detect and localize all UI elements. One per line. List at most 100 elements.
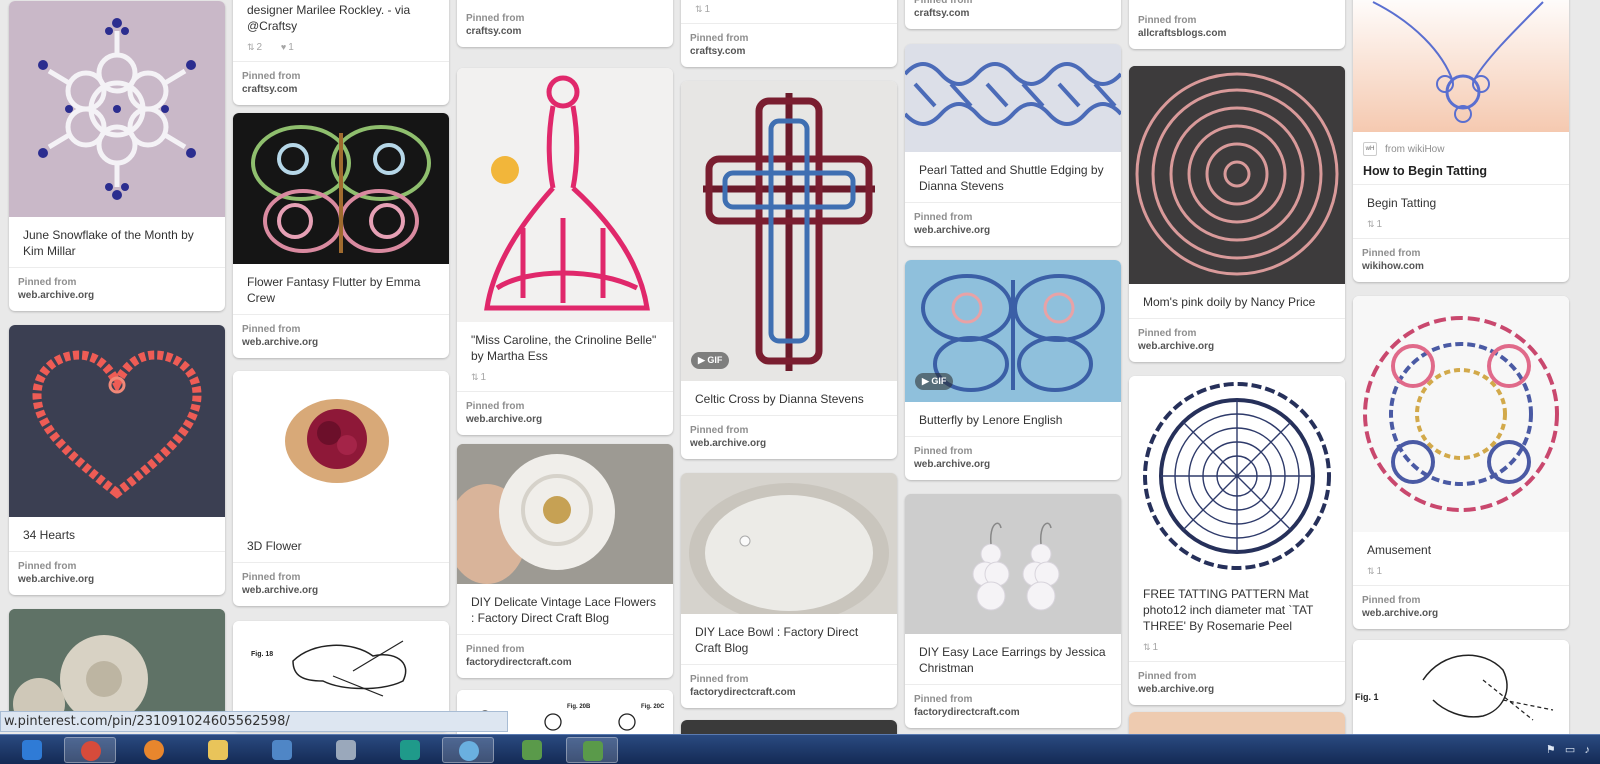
pin-marilee-rockley[interactable]: designer Marilee Rockley. - via @Craftsy… [233, 0, 449, 105]
pin-moms-pink-doily[interactable]: Mom's pink doily by Nancy Price Pinned f… [1129, 66, 1345, 362]
source-domain[interactable]: web.archive.org [18, 289, 216, 302]
pin-source[interactable]: Pinned from craftsy.com [681, 23, 897, 67]
pin-description: Pearl Tatted and Shuttle Edging by Diann… [919, 163, 1104, 193]
pin-image[interactable] [9, 1, 225, 217]
pin-image[interactable] [1129, 66, 1345, 284]
pin-source[interactable]: Pinned from web.archive.org [457, 391, 673, 435]
pin-source[interactable]: Pinned from factorydirectcraft.com [457, 634, 673, 678]
pin-source[interactable]: Pinned from web.archive.org [233, 562, 449, 606]
source-domain[interactable]: web.archive.org [1138, 340, 1336, 353]
pin-craftsy-top[interactable]: Pinned from craftsy.com [457, 0, 673, 47]
pin-miss-caroline[interactable]: "Miss Caroline, the Crinoline Belle" by … [457, 68, 673, 435]
app-taskbar-button[interactable] [256, 737, 308, 763]
source-domain[interactable]: web.archive.org [466, 413, 664, 426]
source-domain[interactable]: web.archive.org [690, 437, 888, 450]
pin-image[interactable] [681, 473, 897, 614]
pin-source[interactable]: Pinned from craftsy.com [233, 61, 449, 105]
volume-icon: ♪ [1584, 744, 1591, 756]
pin-source[interactable]: Pinned from wikihow.com [1353, 238, 1569, 282]
pin-34-hearts[interactable]: 34 Hearts Pinned from web.archive.org [9, 325, 225, 595]
pin-image[interactable] [905, 494, 1121, 634]
pin-image[interactable] [233, 113, 449, 264]
pin-craftsy-col5[interactable]: Pinned from craftsy.com [905, 0, 1121, 29]
pin-image[interactable] [233, 371, 449, 528]
pinned-from-label: Pinned from [1362, 595, 1421, 606]
pin-how-to-begin-tatting[interactable]: wH from wikiHow How to Begin Tatting Beg… [1353, 0, 1569, 282]
pin-june-snowflake[interactable]: June Snowflake of the Month by Kim Milla… [9, 1, 225, 311]
chrome-taskbar-button[interactable] [64, 737, 116, 763]
pin-source[interactable]: Pinned from web.archive.org [9, 551, 225, 595]
pin-source[interactable]: Pinned from web.archive.org [1129, 661, 1345, 705]
pin-pearl-tatted-edging[interactable]: Pearl Tatted and Shuttle Edging by Diann… [905, 44, 1121, 246]
system-tray[interactable]: ⚑ ▭ ♪ [1546, 743, 1590, 756]
source-domain[interactable]: web.archive.org [1138, 683, 1336, 696]
pin-source[interactable]: Pinned from web.archive.org [9, 267, 225, 311]
source-domain[interactable]: allcraftsblogs.com [1138, 27, 1336, 40]
pin-image[interactable] [1129, 376, 1345, 576]
notes-taskbar-button[interactable] [506, 737, 558, 763]
pin-stats: ⇅ 1 [1353, 219, 1569, 238]
rich-pin-title[interactable]: How to Begin Tatting [1363, 164, 1559, 178]
source-domain[interactable]: factorydirectcraft.com [466, 656, 664, 669]
source-domain[interactable]: web.archive.org [1362, 607, 1560, 620]
pin-description: DIY Lace Bowl : Factory Direct Craft Blo… [695, 625, 859, 655]
pin-source[interactable]: Pinned from web.archive.org [905, 202, 1121, 246]
explorer-taskbar-button[interactable] [192, 737, 244, 763]
gif-badge[interactable]: ▶ GIF [691, 352, 730, 369]
publisher-taskbar-button[interactable] [384, 737, 436, 763]
notes2-taskbar-button[interactable] [566, 737, 618, 763]
pin-image[interactable]: ▶ GIF [681, 81, 897, 381]
pin-allcraftsblogs[interactable]: Pinned from allcraftsblogs.com [1129, 0, 1345, 49]
source-domain[interactable]: web.archive.org [242, 336, 440, 349]
source-domain[interactable]: factorydirectcraft.com [690, 686, 888, 699]
source-domain[interactable]: craftsy.com [466, 25, 664, 38]
pin-source[interactable]: Pinned from web.archive.org [1353, 585, 1569, 629]
pin-source[interactable]: Pinned from web.archive.org [681, 415, 897, 459]
pin-image[interactable] [1353, 296, 1569, 532]
source-domain[interactable]: web.archive.org [914, 224, 1112, 237]
pin-source[interactable]: Pinned from web.archive.org [905, 436, 1121, 480]
pin-source[interactable]: Pinned from allcraftsblogs.com [1129, 0, 1345, 49]
pin-source[interactable]: Pinned from craftsy.com [905, 0, 1121, 29]
source-domain[interactable]: wikihow.com [1362, 260, 1560, 273]
ie-taskbar-button[interactable] [6, 737, 58, 763]
source-domain[interactable]: craftsy.com [690, 45, 888, 58]
gif-badge[interactable]: ▶ GIF [915, 373, 954, 390]
pin-image[interactable] [457, 68, 673, 322]
source-domain[interactable]: craftsy.com [242, 83, 440, 96]
pin-description: FREE TATTING PATTERN Mat photo12 inch di… [1143, 587, 1314, 633]
pin-source[interactable]: Pinned from factorydirectcraft.com [905, 684, 1121, 728]
pin-image[interactable] [9, 325, 225, 517]
pin-image[interactable]: Fig. 1 [1353, 640, 1569, 740]
pin-3d-flower[interactable]: 3D Flower Pinned from web.archive.org [233, 371, 449, 606]
pin-flower-fantasy-flutter[interactable]: Flower Fantasy Flutter by Emma Crew Pinn… [233, 113, 449, 358]
lace-flower-in-hand-image [457, 444, 673, 584]
rich-pin-header[interactable]: wH from wikiHow How to Begin Tatting [1353, 132, 1569, 185]
pin-lace-earrings[interactable]: DIY Easy Lace Earrings by Jessica Christ… [905, 494, 1121, 728]
pin-tat-three-mat[interactable]: FREE TATTING PATTERN Mat photo12 inch di… [1129, 376, 1345, 705]
source-domain[interactable]: web.archive.org [18, 573, 216, 586]
pin-source[interactable]: Pinned from factorydirectcraft.com [681, 664, 897, 708]
pin-celtic-cross[interactable]: ▶ GIF Celtic Cross by Dianna Stevens Pin… [681, 81, 897, 459]
pin-lace-bowl[interactable]: DIY Lace Bowl : Factory Direct Craft Blo… [681, 473, 897, 708]
source-domain[interactable]: web.archive.org [242, 584, 440, 597]
paint-taskbar-button[interactable] [442, 737, 494, 763]
pin-craftsy-stats[interactable]: ⇅ 1 Pinned from craftsy.com [681, 0, 897, 67]
pin-butterfly-lenore[interactable]: ▶ GIF Butterfly by Lenore English Pinned… [905, 260, 1121, 480]
folder-icon [208, 740, 228, 760]
pin-source[interactable]: Pinned from craftsy.com [457, 0, 673, 47]
pin-source[interactable]: Pinned from web.archive.org [1129, 318, 1345, 362]
pin-image[interactable] [1353, 0, 1569, 132]
source-domain[interactable]: craftsy.com [914, 7, 1112, 20]
pin-fig-1-diagram[interactable]: Fig. 1 [1353, 640, 1569, 740]
editor-taskbar-button[interactable] [320, 737, 372, 763]
pin-source[interactable]: Pinned from web.archive.org [233, 314, 449, 358]
pin-image[interactable] [905, 44, 1121, 152]
pin-vintage-lace-flowers[interactable]: DIY Delicate Vintage Lace Flowers : Fact… [457, 444, 673, 678]
pin-image[interactable]: ▶ GIF [905, 260, 1121, 402]
pin-amusement[interactable]: Amusement ⇅ 1 Pinned from web.archive.org [1353, 296, 1569, 629]
source-domain[interactable]: web.archive.org [914, 458, 1112, 471]
pin-image[interactable] [457, 444, 673, 584]
firefox-taskbar-button[interactable] [128, 737, 180, 763]
source-domain[interactable]: factorydirectcraft.com [914, 706, 1112, 719]
